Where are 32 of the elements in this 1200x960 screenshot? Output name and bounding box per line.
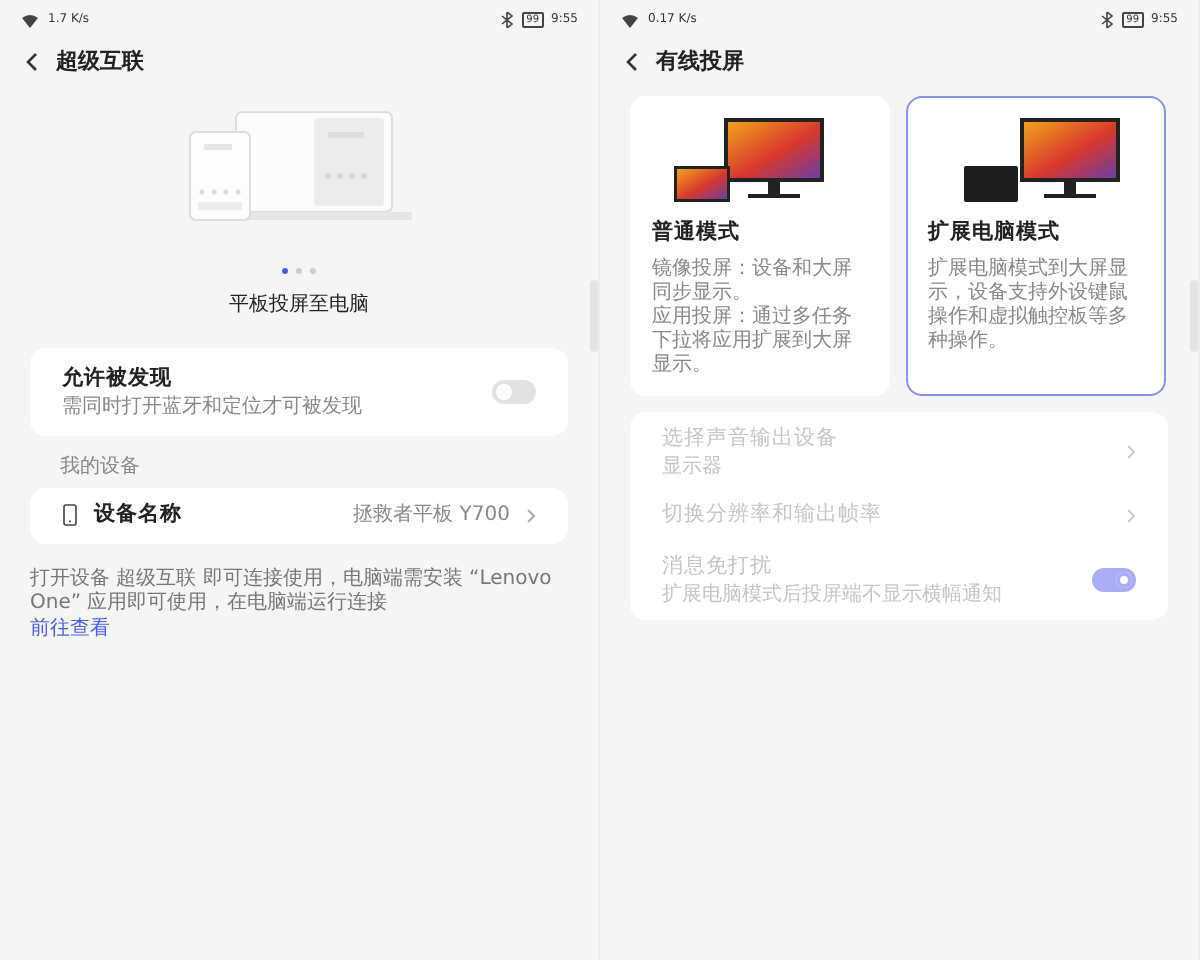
- chevron-icon[interactable]: [1126, 443, 1136, 460]
- bluetooth-icon: [500, 11, 515, 27]
- back-icon[interactable]: [24, 52, 40, 72]
- view-link[interactable]: 前往查看: [30, 617, 110, 640]
- setting-value: 拯救者平板 Y700: [353, 503, 510, 528]
- page-title: 超级互联: [56, 45, 144, 78]
- chevron-icon[interactable]: [526, 507, 536, 524]
- page-dot[interactable]: [310, 268, 316, 274]
- setting-hint: 需同时打开蓝牙和定位才可被发现: [62, 395, 362, 420]
- page-dot[interactable]: [296, 268, 302, 274]
- setting-label: 允许被发现: [62, 364, 174, 394]
- toggle-switch[interactable]: [492, 379, 536, 404]
- bluetooth-icon: [1100, 11, 1115, 27]
- setting-label: 设备名称: [94, 499, 184, 530]
- wifi-icon: [20, 11, 40, 27]
- setting-hint: 显示器: [662, 455, 724, 480]
- mode-title: 普通模式: [652, 218, 742, 248]
- section-label: 我的设备: [58, 453, 142, 482]
- back-icon[interactable]: [624, 52, 640, 72]
- mode-description: 镜像投屏：设备和大屏同步显示。 应用投屏：通过多任务下拉将应用扩展到大屏显示。: [652, 257, 854, 378]
- setting-hint: 扩展电脑模式后投屏端不显示横幅通知: [662, 583, 1002, 608]
- mode-card[interactable]: 普通模式 镜像投屏：设备和大屏同步显示。 应用投屏：通过多任务下拉将应用扩展到大屏显示。: [630, 96, 890, 396]
- mode-description: 扩展电脑模式到大屏显示，设备支持外设键鼠操作和虚拟触控板等多种操作。: [928, 257, 1130, 354]
- page-dot[interactable]: [282, 268, 288, 274]
- mode-title: 扩展电脑模式: [928, 218, 1062, 248]
- footer-text: 打开设备 超级互联 即可连接使用，电脑端需安装 “Lenovo One” 应用即可使用，在电脑端运行连接: [30, 567, 554, 617]
- chevron-icon[interactable]: [1126, 507, 1136, 524]
- wifi-icon: [620, 11, 640, 27]
- caption: 平板投屏至电脑: [227, 291, 371, 320]
- phone-icon: [62, 504, 78, 527]
- mode-card[interactable]: 扩展电脑模式 扩展电脑模式到大屏显示，设备支持外设键鼠操作和虚拟触控板等多种操作。: [906, 96, 1166, 396]
- page-title: 有线投屏: [656, 45, 744, 78]
